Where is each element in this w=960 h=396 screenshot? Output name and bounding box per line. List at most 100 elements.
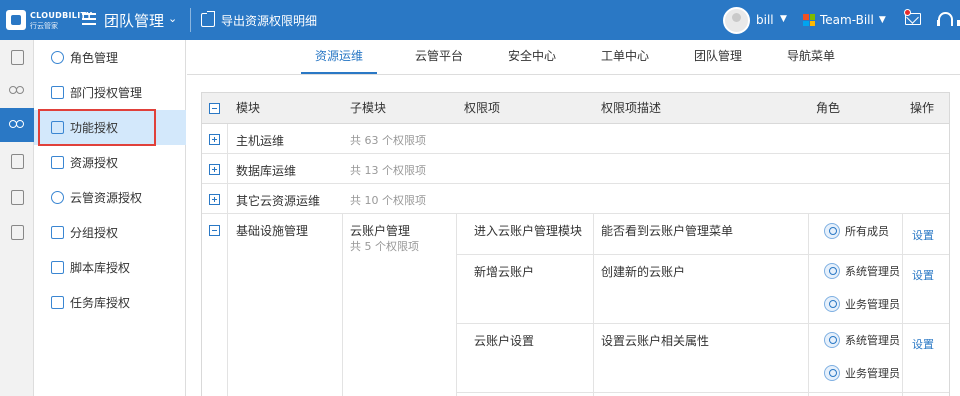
sidebar-item-label: 资源授权 xyxy=(70,156,119,170)
rail-document[interactable] xyxy=(0,40,34,74)
menu-icon[interactable] xyxy=(82,13,96,25)
user-role-icon xyxy=(824,332,840,348)
column-divider xyxy=(808,214,809,396)
sidebar-item-label: 脚本库授权 xyxy=(70,261,131,275)
permission-name: 云账户设置 xyxy=(474,334,535,348)
column-divider xyxy=(902,214,903,396)
table-row: 其它云资源运维 共 10 个权限项 xyxy=(202,184,949,214)
logo-icon xyxy=(6,10,26,30)
script-icon xyxy=(51,261,64,274)
sidebar-item-label: 云管资源授权 xyxy=(70,191,143,205)
tab-ticket-center[interactable]: 工单中心 xyxy=(587,40,663,74)
set-button[interactable]: 设置 xyxy=(912,336,934,352)
divider xyxy=(190,8,191,32)
permission-table: 模块 子模块 权限项 权限项描述 角色 操作 主机运维 共 63 个权限项 数据… xyxy=(201,92,950,396)
export-permissions-button[interactable]: 导出资源权限明细 xyxy=(201,9,317,31)
team-switcher[interactable]: Team-Bill ▼ xyxy=(803,13,886,27)
user-chevron-down-icon[interactable]: ▼ xyxy=(780,14,787,24)
cloud-icon xyxy=(51,191,64,204)
page-title[interactable]: 团队管理 xyxy=(104,10,164,31)
sidebar-item-label: 任务库授权 xyxy=(70,296,131,310)
main-content: 资源运维 云管平台 安全中心 工单中心 团队管理 导航菜单 模块 子模块 权限项… xyxy=(187,40,960,396)
chevron-down-icon[interactable]: ⌄ xyxy=(168,12,177,25)
user-role-icon xyxy=(824,296,840,312)
tab-team-management[interactable]: 团队管理 xyxy=(680,40,756,74)
sidebar-item-script-auth[interactable]: 脚本库授权 xyxy=(34,250,186,285)
logo[interactable]: CLOUDBILITY 行云管家 xyxy=(6,8,92,32)
role-tag: 系统管理员 xyxy=(824,332,900,348)
set-button[interactable]: 设置 xyxy=(912,267,934,283)
row-divider xyxy=(456,254,949,255)
tab-nav-menu[interactable]: 导航菜单 xyxy=(773,40,849,74)
sidebar-item-resource-auth[interactable]: 资源授权 xyxy=(34,145,186,180)
tab-bar: 资源运维 云管平台 安全中心 工单中心 团队管理 导航菜单 xyxy=(187,40,960,75)
collapse-all-icon[interactable] xyxy=(209,103,220,114)
book-icon xyxy=(10,224,24,240)
highlight-box xyxy=(38,109,156,146)
resource-icon xyxy=(10,153,24,169)
export-icon xyxy=(201,11,215,27)
document-icon xyxy=(10,49,24,65)
permission-description: 设置云账户相关属性 xyxy=(601,334,710,348)
headset-icon[interactable] xyxy=(937,12,960,26)
sidebar-item-task-auth[interactable]: 任务库授权 xyxy=(34,285,186,320)
user-role-icon xyxy=(824,365,840,381)
windows-logo-icon xyxy=(803,14,815,26)
collapse-icon[interactable] xyxy=(209,225,220,236)
role-tag: 业务管理员 xyxy=(824,365,900,381)
module-name: 其它云资源运维 xyxy=(236,194,321,208)
rail-team[interactable] xyxy=(0,108,34,142)
top-bar: CLOUDBILITY 行云管家 团队管理 ⌄ 导出资源权限明细 bill ▼ … xyxy=(0,0,960,40)
rail-book[interactable] xyxy=(0,215,34,249)
sidebar-item-label: 部门授权管理 xyxy=(70,86,143,100)
table-row: 主机运维 共 63 个权限项 xyxy=(202,124,949,154)
monitor-icon xyxy=(51,156,64,169)
notification-badge xyxy=(904,9,911,16)
header-description: 权限项描述 xyxy=(601,101,662,115)
sidebar-item-label: 角色管理 xyxy=(70,51,119,65)
column-divider xyxy=(456,214,457,396)
rail-resource[interactable] xyxy=(0,144,34,178)
submodule-name: 云账户管理 xyxy=(350,224,411,238)
sidebar-item-label: 分组授权 xyxy=(70,226,119,240)
expand-icon[interactable] xyxy=(209,134,220,145)
role-name: 业务管理员 xyxy=(845,367,900,380)
role-name: 所有成员 xyxy=(845,225,889,238)
module-name: 基础设施管理 xyxy=(236,224,309,238)
permission-description: 能否看到云账户管理菜单 xyxy=(601,224,734,238)
permission-name: 新增云账户 xyxy=(474,265,535,279)
header-role: 角色 xyxy=(816,101,841,115)
org-chart-icon xyxy=(51,86,64,99)
sidebar-item-roles[interactable]: 角色管理 xyxy=(34,40,186,75)
role-tag: 系统管理员 xyxy=(824,263,900,279)
users-icon xyxy=(51,51,64,64)
task-icon xyxy=(51,296,64,309)
tab-security-center[interactable]: 安全中心 xyxy=(494,40,570,74)
tab-cloud-platform[interactable]: 云管平台 xyxy=(401,40,477,74)
set-button[interactable]: 设置 xyxy=(912,227,934,243)
rail-users[interactable] xyxy=(0,74,34,108)
rail-clipboard[interactable] xyxy=(0,180,34,214)
user-name[interactable]: bill xyxy=(756,13,774,27)
row-divider xyxy=(456,323,949,324)
user-role-icon xyxy=(824,263,840,279)
team-chevron-down-icon: ▼ xyxy=(878,15,886,25)
avatar[interactable] xyxy=(723,7,750,34)
permission-count: 共 13 个权限项 xyxy=(350,164,426,177)
header-permission: 权限项 xyxy=(464,101,501,115)
role-name: 系统管理员 xyxy=(845,265,900,278)
expand-icon[interactable] xyxy=(209,194,220,205)
header-action: 操作 xyxy=(910,101,935,115)
sidebar-item-dept-auth[interactable]: 部门授权管理 xyxy=(34,75,186,110)
sidebar: 角色管理 部门授权管理 功能授权 资源授权 云管资源授权 分组授权 脚本库授权 … xyxy=(34,40,186,396)
module-name: 主机运维 xyxy=(236,134,285,148)
sidebar-item-cloud-resource-auth[interactable]: 云管资源授权 xyxy=(34,180,186,215)
tab-resource-ops[interactable]: 资源运维 xyxy=(301,40,377,74)
sidebar-item-group-auth[interactable]: 分组授权 xyxy=(34,215,186,250)
expand-icon[interactable] xyxy=(209,164,220,175)
column-divider xyxy=(342,214,343,396)
logo-subtext: 行云管家 xyxy=(30,22,58,30)
permission-name: 进入云账户管理模块 xyxy=(474,224,583,238)
permission-count: 共 63 个权限项 xyxy=(350,134,426,147)
export-label: 导出资源权限明细 xyxy=(221,13,318,28)
